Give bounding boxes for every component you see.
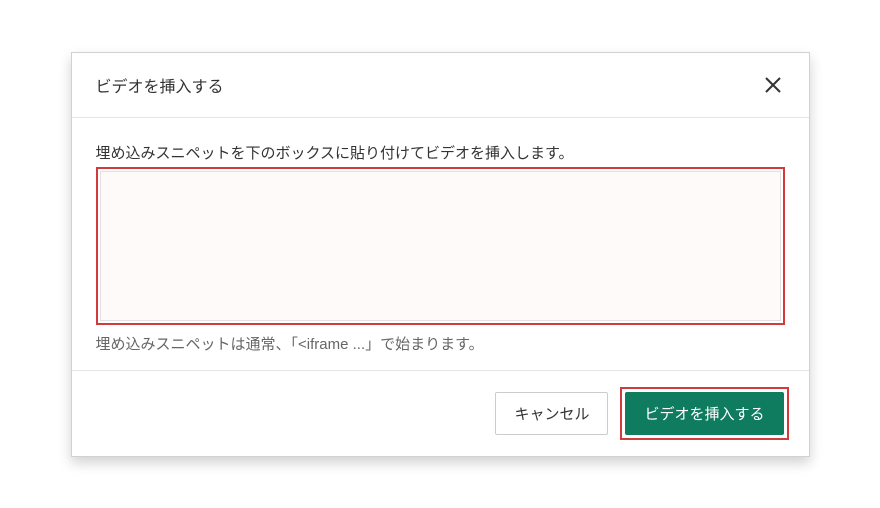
insert-video-dialog: ビデオを挿入する 埋め込みスニペットを下のボックスに貼り付けてビデオを挿入します… (71, 52, 810, 457)
insert-button-highlight: ビデオを挿入する (620, 387, 788, 440)
dialog-title: ビデオを挿入する (96, 73, 224, 97)
insert-video-button[interactable]: ビデオを挿入する (625, 392, 783, 435)
dialog-footer: キャンセル ビデオを挿入する (72, 371, 809, 456)
dialog-header: ビデオを挿入する (72, 53, 809, 118)
dialog-body: 埋め込みスニペットを下のボックスに貼り付けてビデオを挿入します。 埋め込みスニペ… (72, 118, 809, 371)
textarea-highlight (96, 167, 785, 325)
embed-snippet-textarea[interactable] (100, 171, 781, 321)
hint-text: 埋め込みスニペットは通常、「<iframe ...」で始まります。 (96, 333, 785, 354)
cancel-button[interactable]: キャンセル (495, 392, 608, 435)
close-icon (765, 77, 781, 93)
close-button[interactable] (761, 73, 785, 97)
instruction-text: 埋め込みスニペットを下のボックスに貼り付けてビデオを挿入します。 (96, 142, 785, 163)
